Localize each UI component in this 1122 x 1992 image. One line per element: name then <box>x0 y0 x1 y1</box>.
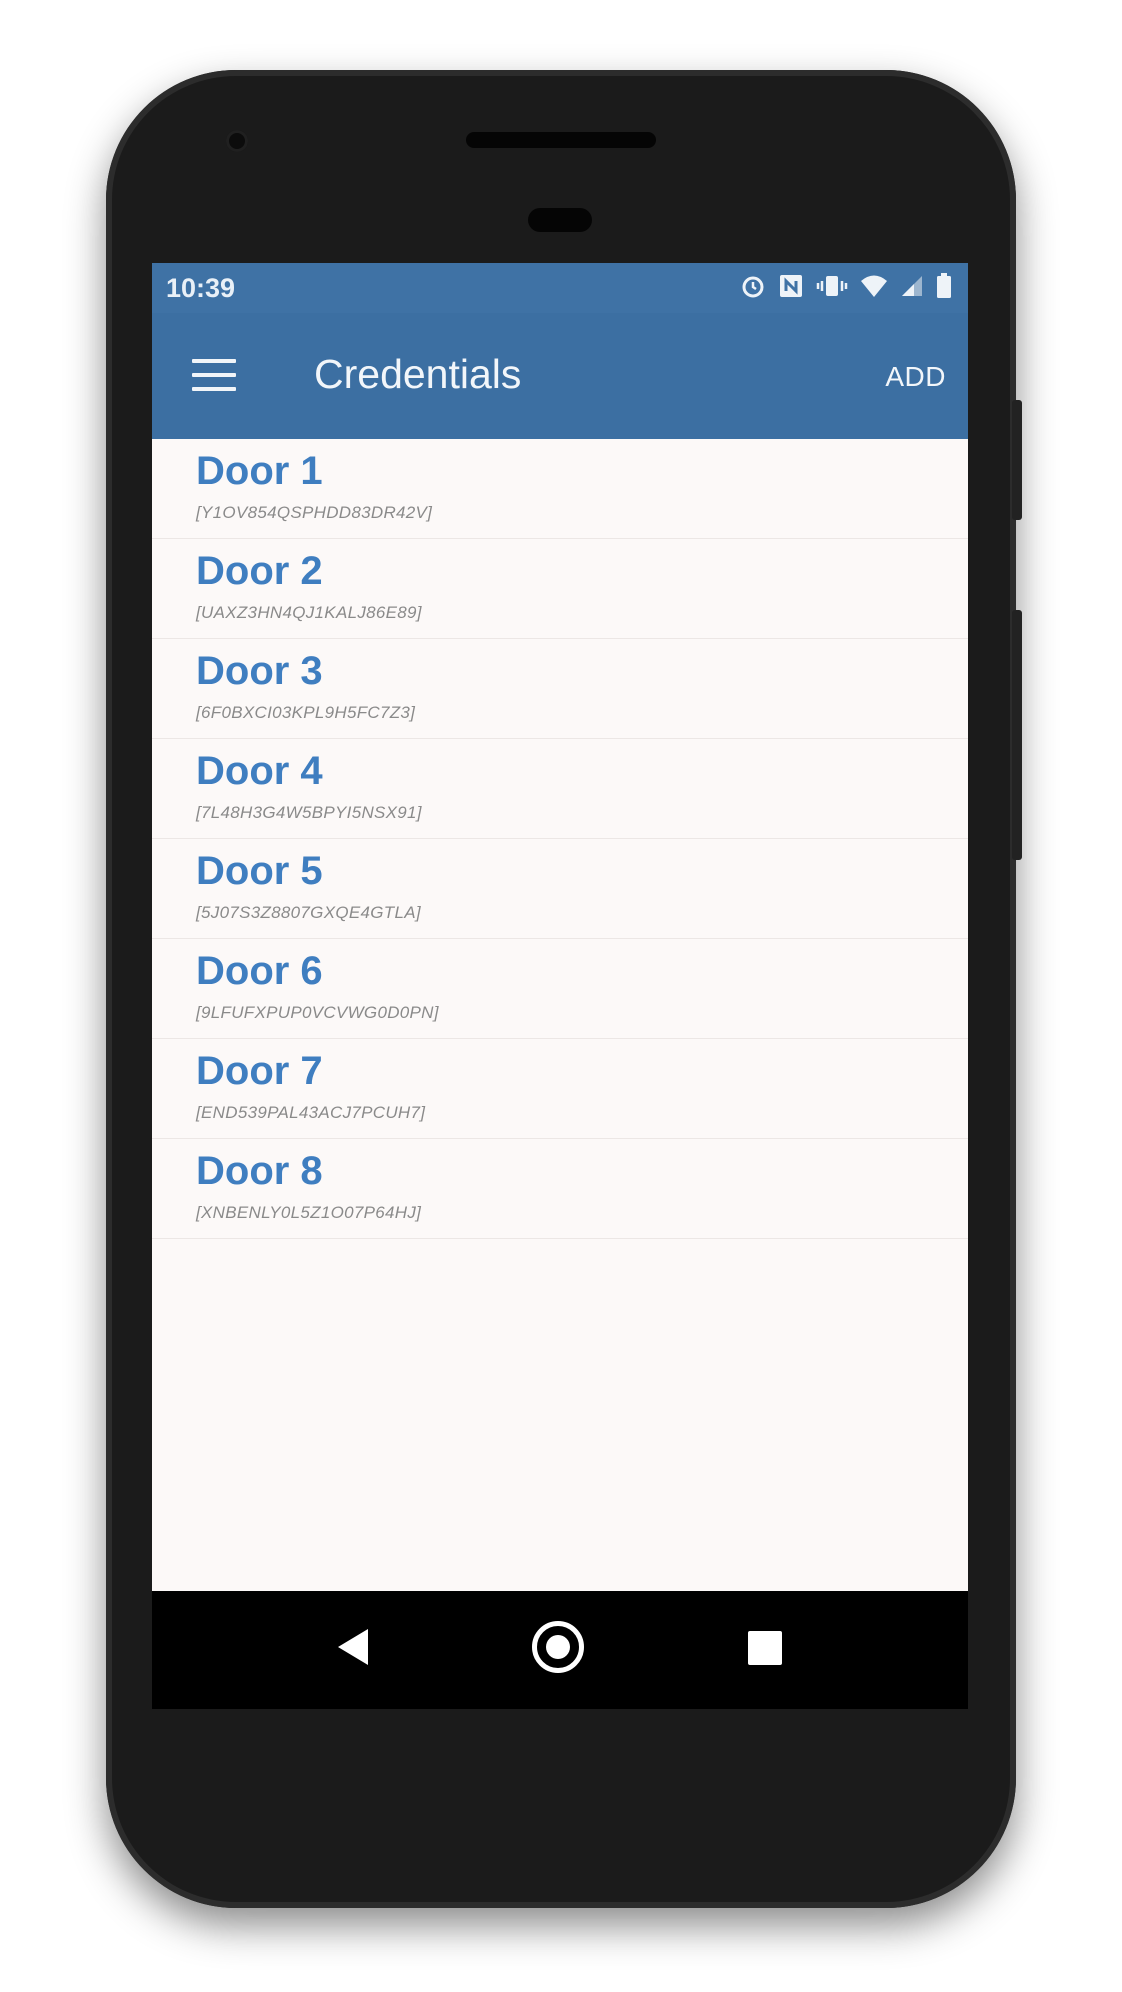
volume-button <box>1012 610 1022 860</box>
wifi-icon <box>860 274 888 303</box>
credentials-list: Door 1 [Y1OV854QSPHDD83DR42V] Door 2 [UA… <box>152 439 968 1239</box>
list-item[interactable]: Door 4 [7L48H3G4W5BPYI5NSX91] <box>152 739 968 839</box>
credential-name: Door 7 <box>196 1049 323 1093</box>
status-time: 10:39 <box>166 273 236 303</box>
proximity-sensor <box>528 208 592 232</box>
hamburger-menu-icon[interactable] <box>192 359 236 393</box>
battery-icon <box>936 273 952 304</box>
list-item[interactable]: Door 1 [Y1OV854QSPHDD83DR42V] <box>152 439 968 539</box>
credential-id: [XNBENLY0L5Z1O07P64HJ] <box>196 1203 422 1222</box>
front-camera <box>226 130 248 152</box>
credential-id: [5J07S3Z8807GXQE4GTLA] <box>196 903 421 922</box>
list-item[interactable]: Door 5 [5J07S3Z8807GXQE4GTLA] <box>152 839 968 939</box>
power-button <box>1012 400 1022 520</box>
credential-id: [9LFUFXPUP0VCVWG0D0PN] <box>196 1003 439 1022</box>
list-item[interactable]: Door 6 [9LFUFXPUP0VCVWG0D0PN] <box>152 939 968 1039</box>
list-item[interactable]: Door 7 [END539PAL43ACJ7PCUH7] <box>152 1039 968 1139</box>
app-screen: 10:39 Credentials ADD Door 1 [Y1OV854QSP… <box>152 263 968 1591</box>
credential-name: Door 3 <box>196 649 323 693</box>
credential-name: Door 8 <box>196 1149 323 1193</box>
credential-name: Door 6 <box>196 949 323 993</box>
nfc-icon <box>778 273 804 304</box>
list-item[interactable]: Door 2 [UAXZ3HN4QJ1KALJ86E89] <box>152 539 968 639</box>
credential-name: Door 1 <box>196 449 323 493</box>
credential-name: Door 2 <box>196 549 323 593</box>
signal-icon <box>900 274 924 303</box>
credential-id: [7L48H3G4W5BPYI5NSX91] <box>196 803 422 822</box>
credential-id: [END539PAL43ACJ7PCUH7] <box>196 1103 426 1122</box>
list-item[interactable]: Door 8 [XNBENLY0L5Z1O07P64HJ] <box>152 1139 968 1239</box>
status-icons <box>740 273 952 304</box>
credential-id: [UAXZ3HN4QJ1KALJ86E89] <box>196 603 422 622</box>
alarm-icon <box>740 273 766 304</box>
app-toolbar: Credentials ADD <box>152 313 968 439</box>
recent-apps-square-icon[interactable] <box>748 1631 782 1665</box>
add-button[interactable]: ADD <box>885 361 946 393</box>
system-navigation-bar <box>152 1591 968 1709</box>
page-title: Credentials <box>314 351 522 397</box>
credential-id: [Y1OV854QSPHDD83DR42V] <box>196 503 433 522</box>
status-bar: 10:39 <box>152 263 968 313</box>
back-triangle-icon[interactable] <box>338 1629 368 1665</box>
credential-name: Door 4 <box>196 749 323 793</box>
credential-id: [6F0BXCI03KPL9H5FC7Z3] <box>196 703 416 722</box>
earpiece-speaker <box>466 132 656 148</box>
home-circle-icon[interactable] <box>532 1621 584 1673</box>
credential-name: Door 5 <box>196 849 323 893</box>
list-item[interactable]: Door 3 [6F0BXCI03KPL9H5FC7Z3] <box>152 639 968 739</box>
vibrate-icon <box>816 273 848 304</box>
